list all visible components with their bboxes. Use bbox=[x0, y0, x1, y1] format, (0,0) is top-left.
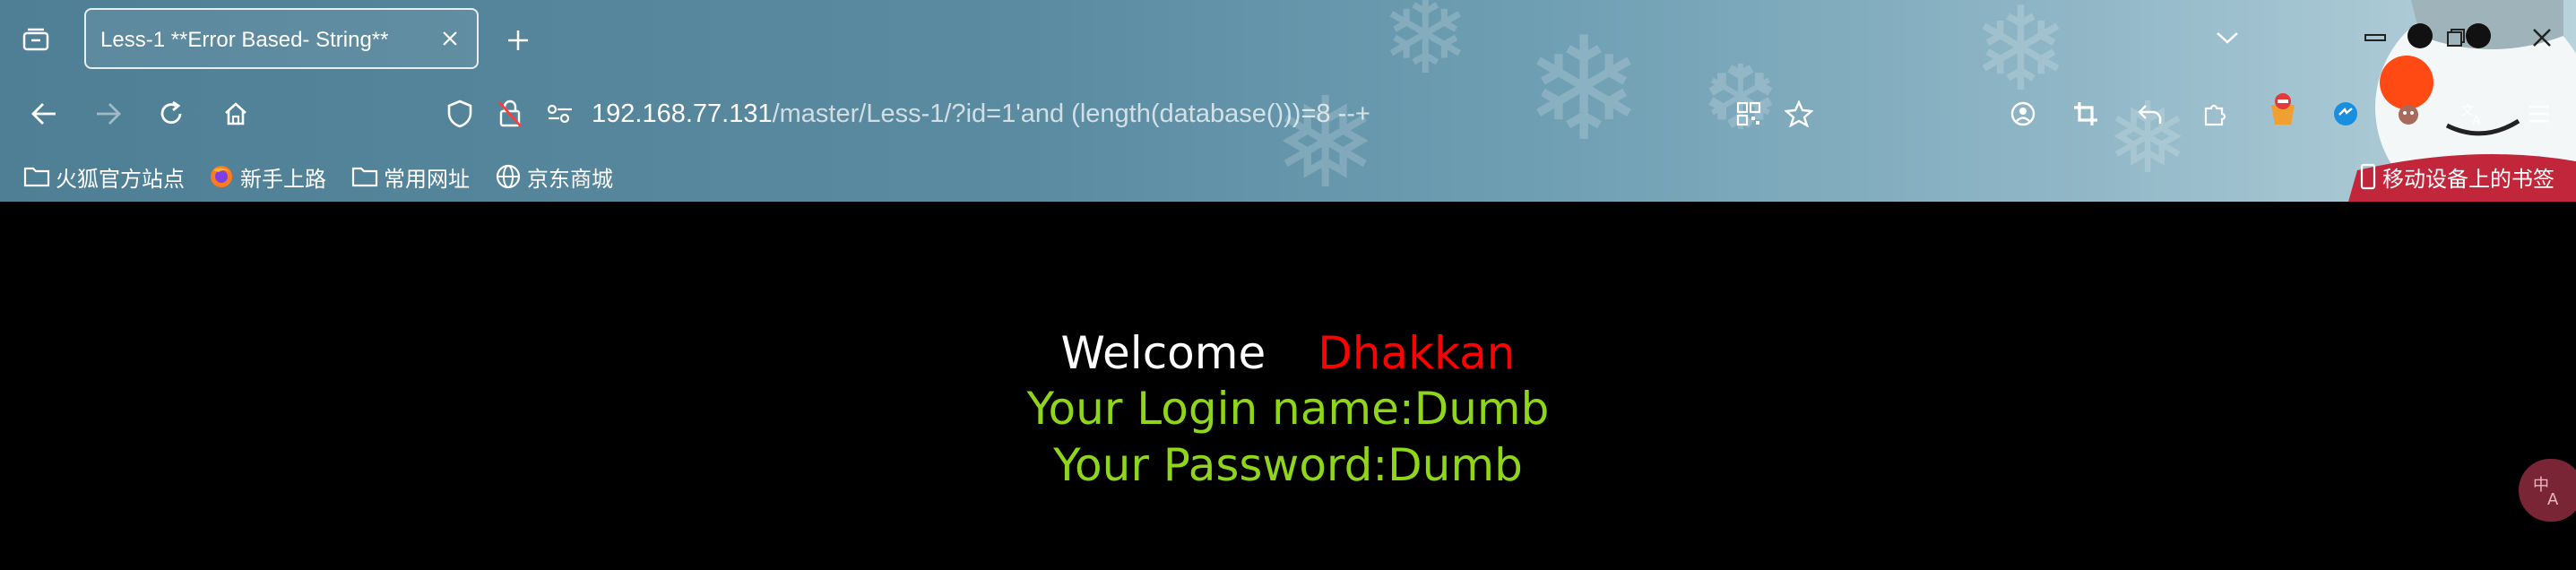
sync-extension-icon[interactable] bbox=[2327, 95, 2364, 133]
bookmark-label: 常用网址 bbox=[384, 167, 470, 192]
address-bar-url[interactable]: 192.168.77.131/master/Less-1/?id=1'and (… bbox=[592, 99, 1370, 129]
close-icon[interactable] bbox=[434, 22, 466, 55]
bookmark-label: 新手上路 bbox=[240, 167, 326, 192]
svg-text:A: A bbox=[2472, 114, 2481, 127]
tab-overview-icon[interactable] bbox=[18, 22, 54, 57]
name-text: Dhakkan bbox=[1318, 327, 1516, 379]
password-line: Your Password:Dumb bbox=[1053, 439, 1523, 491]
tab-active[interactable]: Less-1 **Error Based- String** bbox=[84, 8, 479, 69]
bookmark-item-mobile[interactable]: 移动设备上的书签 bbox=[2359, 160, 2554, 194]
forward-icon[interactable] bbox=[90, 95, 127, 133]
adblock-extension-icon[interactable] bbox=[2264, 90, 2302, 131]
account-icon[interactable] bbox=[2004, 95, 2042, 133]
welcome-line: Welcome Dhakkan bbox=[0, 327, 2576, 379]
bookmark-label: 火狐官方站点 bbox=[56, 167, 185, 192]
site-permissions-icon[interactable] bbox=[541, 95, 579, 133]
reload-icon[interactable] bbox=[152, 95, 190, 133]
svg-text:A: A bbox=[2547, 490, 2559, 508]
window-close-icon[interactable] bbox=[2524, 20, 2560, 56]
bookmark-star-icon[interactable] bbox=[1780, 95, 1818, 133]
tracking-protection-shield-icon[interactable] bbox=[441, 95, 479, 133]
extensions-puzzle-icon[interactable] bbox=[2196, 95, 2234, 133]
robot-extension-icon[interactable] bbox=[2390, 95, 2427, 133]
folder-icon bbox=[23, 167, 50, 187]
tab-title: Less-1 **Error Based- String** bbox=[100, 28, 389, 52]
qr-code-icon[interactable] bbox=[1730, 95, 1768, 133]
back-icon[interactable] bbox=[25, 95, 63, 133]
minimize-icon[interactable] bbox=[2357, 20, 2393, 56]
undo-close-tab-icon[interactable] bbox=[2131, 95, 2169, 133]
firefox-icon bbox=[211, 166, 232, 187]
screenshot-crop-icon[interactable] bbox=[2067, 95, 2105, 133]
bookmark-label: 移动设备上的书签 bbox=[2382, 167, 2554, 192]
translate-icon: 中A bbox=[2533, 476, 2559, 508]
floating-translate-button[interactable]: 中A bbox=[2519, 459, 2576, 522]
translate-icon[interactable]: 文A bbox=[2454, 95, 2492, 133]
url-host: 192.168.77.131 bbox=[592, 99, 773, 128]
globe-icon bbox=[496, 164, 521, 189]
mobile-device-icon bbox=[2360, 163, 2376, 190]
folder-icon bbox=[351, 167, 378, 187]
new-tab-plus-icon[interactable] bbox=[500, 22, 536, 58]
welcome-text: Welcome bbox=[1060, 327, 1266, 379]
insecure-lock-icon[interactable] bbox=[491, 95, 529, 133]
bookmark-label: 京东商城 bbox=[527, 167, 613, 192]
restore-icon[interactable] bbox=[2438, 20, 2474, 56]
navigation-toolbar: 192.168.77.131/master/Less-1/?id=1'and (… bbox=[0, 77, 2576, 151]
bookmark-item-firefox-official[interactable]: 火狐官方站点 bbox=[23, 160, 185, 194]
bookmark-item-common-sites[interactable]: 常用网址 bbox=[351, 160, 470, 194]
login-name-line: Your Login name:Dumb bbox=[1026, 383, 1550, 435]
browser-chrome: ❄ ❄ ❅ ❆ ❄ ❅ Less-1 **Error Based- String… bbox=[0, 0, 2576, 202]
url-path: /master/Less-1/?id=1'and (length(databas… bbox=[772, 99, 1370, 128]
bookmark-item-jd[interactable]: 京东商城 bbox=[495, 160, 613, 194]
bookmark-item-getting-started[interactable]: 新手上路 bbox=[208, 160, 326, 194]
menu-hamburger-icon[interactable] bbox=[2520, 95, 2558, 133]
list-all-tabs-icon[interactable] bbox=[2209, 20, 2245, 56]
home-icon[interactable] bbox=[217, 95, 255, 133]
page-content: Welcome Dhakkan Your Login name:Dumb Your… bbox=[0, 202, 2576, 570]
tab-bar: Less-1 **Error Based- String** bbox=[0, 0, 2576, 77]
